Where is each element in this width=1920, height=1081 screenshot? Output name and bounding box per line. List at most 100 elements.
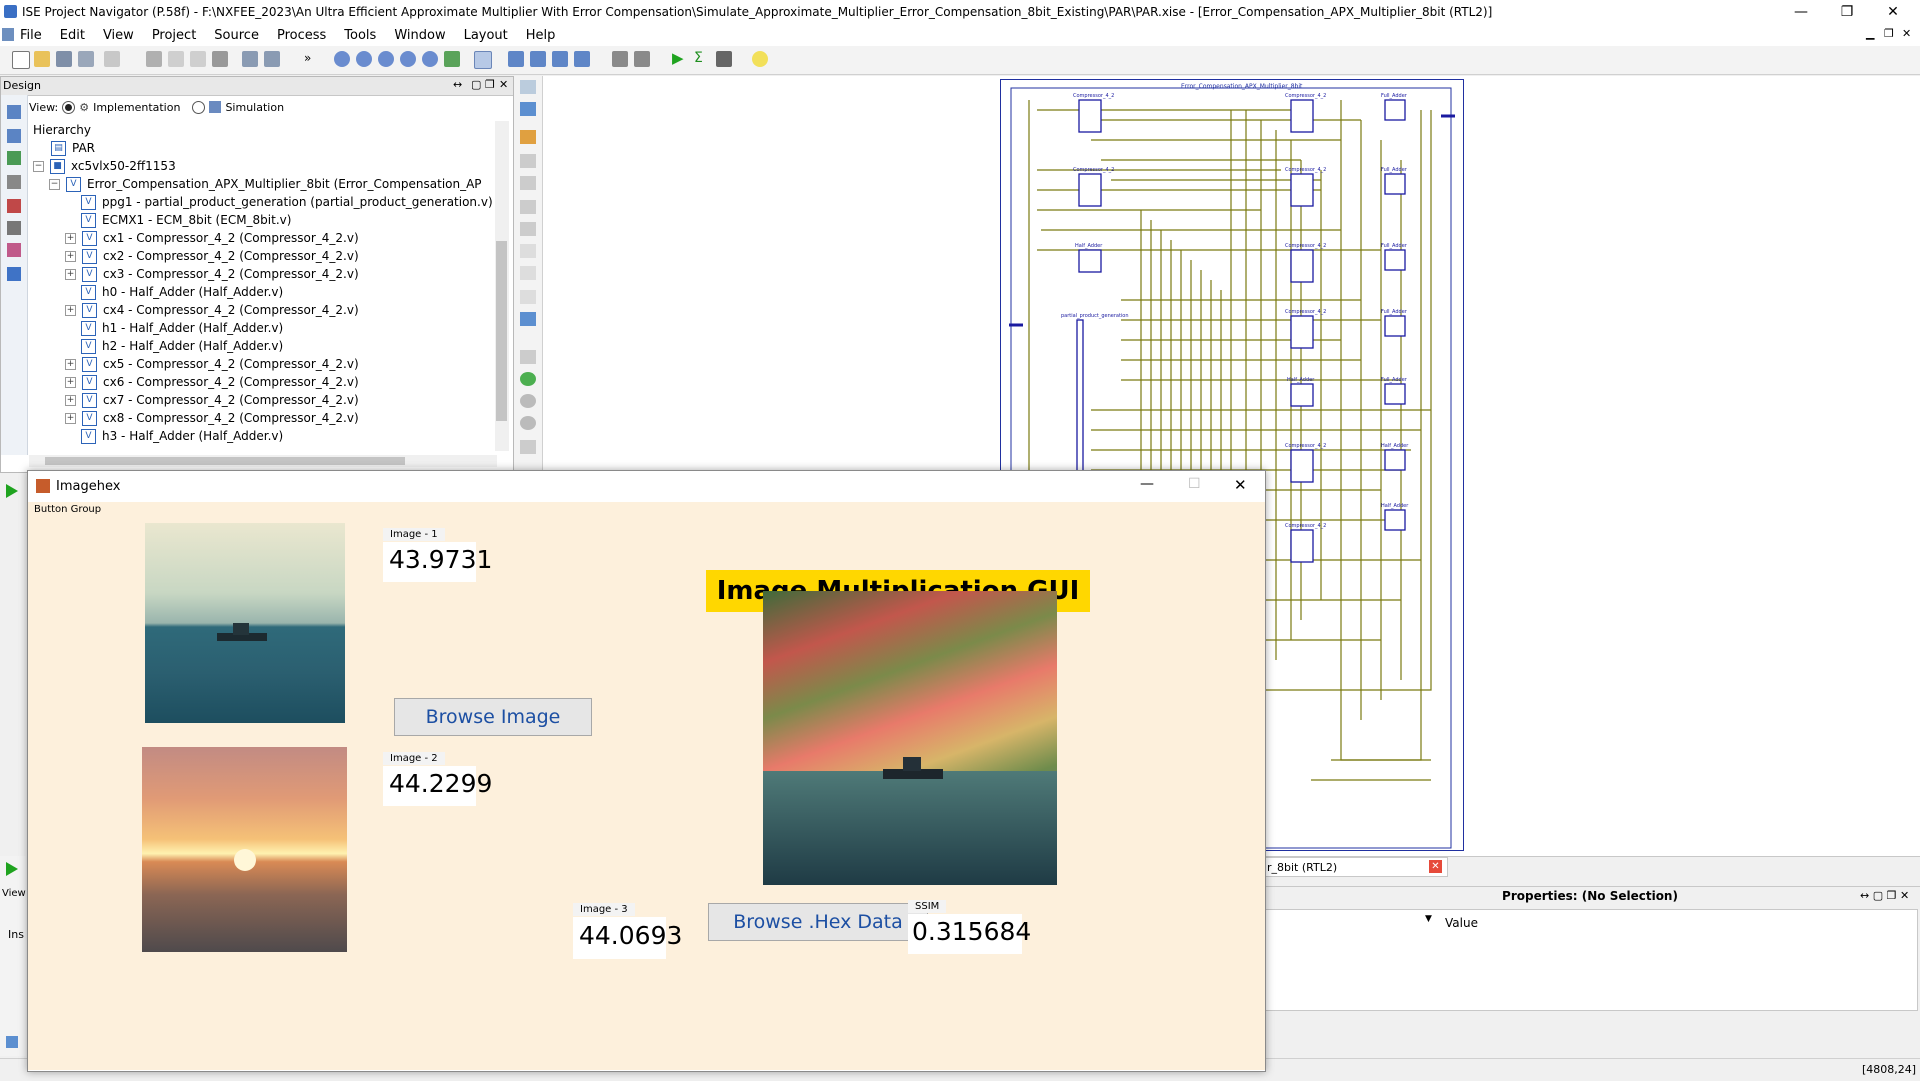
lightbulb-icon[interactable] (752, 51, 768, 67)
overflow-icon[interactable]: » (304, 51, 320, 67)
mdi-restore-button[interactable]: ❐ (1884, 27, 1894, 40)
expand-icon[interactable]: + (65, 376, 76, 388)
net-icon[interactable] (520, 222, 536, 236)
push-icon[interactable] (520, 154, 536, 168)
tree-item[interactable]: + Vcx4 - Compressor_4_2 (Compressor_4_2.v… (65, 301, 359, 319)
add-copy-icon[interactable] (7, 129, 21, 143)
pin-icon[interactable] (520, 130, 536, 144)
zoom-out-icon[interactable] (356, 51, 372, 67)
tree-item[interactable]: Vppg1 - partial_product_generation (part… (81, 193, 493, 211)
symbol-icon[interactable] (520, 244, 536, 258)
back-icon[interactable] (520, 372, 536, 386)
tree-item[interactable]: Vh2 - Half_Adder (Half_Adder.v) (81, 337, 283, 355)
zoom-select-icon[interactable] (422, 51, 438, 67)
browse-image-button[interactable]: Browse Image (394, 698, 592, 736)
menu-file[interactable]: File (20, 28, 42, 43)
tree-item[interactable]: + Vcx6 - Compressor_4_2 (Compressor_4_2.v… (65, 373, 359, 391)
imagehex-minimize-button[interactable]: — (1140, 476, 1154, 492)
hierarchy-icon[interactable] (7, 175, 21, 189)
tree-item[interactable]: + Vcx1 - Compressor_4_2 (Compressor_4_2.v… (65, 229, 359, 247)
tree-item[interactable]: Vh3 - Half_Adder (Half_Adder.v) (81, 427, 283, 445)
zoom-in-icon[interactable] (334, 51, 350, 67)
new-icon[interactable] (12, 51, 30, 69)
run-process-icon[interactable] (6, 484, 18, 498)
tile-h-icon[interactable] (530, 51, 546, 67)
view-simulation-radio[interactable] (192, 100, 206, 114)
panel-icon[interactable] (7, 267, 21, 281)
tree-item[interactable]: Vh0 - Half_Adder (Half_Adder.v) (81, 283, 283, 301)
expand-icon[interactable]: + (65, 358, 76, 370)
settings-icon[interactable] (612, 51, 628, 67)
menu-layout[interactable]: Layout (464, 28, 508, 43)
tree-item[interactable]: + Vcx5 - Compressor_4_2 (Compressor_4_2.v… (65, 355, 359, 373)
browse-hex-button[interactable]: Browse .Hex Data (708, 903, 928, 941)
expand-icon[interactable]: + (65, 304, 76, 316)
sigma-icon[interactable]: Σ (694, 51, 710, 67)
close-tab-icon[interactable]: ✕ (1429, 860, 1442, 873)
forward-icon[interactable] (520, 394, 536, 408)
menu-help[interactable]: Help (526, 28, 556, 43)
mdi-minimize-button[interactable]: ▁ (1866, 27, 1874, 40)
menu-tools[interactable]: Tools (344, 28, 376, 43)
expand-icon[interactable]: + (65, 250, 76, 262)
expand-icon[interactable]: + (65, 268, 76, 280)
float-icon[interactable] (574, 51, 590, 67)
run-icon[interactable]: ▶ (672, 51, 688, 67)
panel-restore-icon[interactable]: ▢ (471, 78, 481, 91)
view-simulation-label[interactable]: Simulation (225, 101, 284, 114)
tree-item-device[interactable]: − ■ xc5vlx50-2ff1153 (33, 157, 176, 175)
scroll-thumb[interactable] (45, 457, 405, 465)
route-icon[interactable] (520, 102, 536, 116)
tree-item[interactable]: V ECMX1 - ECM_8bit (ECM_8bit.v) (81, 211, 291, 229)
expand-icon[interactable]: + (65, 412, 76, 424)
minimize-button[interactable]: — (1778, 0, 1824, 24)
tree-item[interactable]: Vh1 - Half_Adder (Half_Adder.v) (81, 319, 283, 337)
zoom-fit-icon[interactable] (378, 51, 394, 67)
cut-icon[interactable] (146, 51, 162, 67)
expand-icon[interactable]: + (65, 394, 76, 406)
menu-edit[interactable]: Edit (60, 28, 85, 43)
panel-close-icon[interactable]: ✕ (499, 78, 508, 91)
delete-icon[interactable] (212, 51, 228, 67)
print-icon[interactable] (104, 51, 120, 67)
cascade-icon[interactable] (508, 51, 524, 67)
panel-max-icon[interactable]: ❐ (485, 78, 495, 91)
pointer-icon[interactable] (520, 80, 536, 94)
undo-icon[interactable] (242, 51, 258, 67)
tile-v-icon[interactable] (552, 51, 568, 67)
redo-icon[interactable] (264, 51, 280, 67)
pop-icon[interactable] (520, 176, 536, 190)
tree-item[interactable]: + Vcx8 - Compressor_4_2 (Compressor_4_2.v… (65, 409, 359, 427)
view-implementation-label[interactable]: Implementation (93, 101, 180, 114)
float-panel-icon[interactable]: ↔ (453, 78, 462, 91)
add-source-icon[interactable] (7, 105, 21, 119)
copy-icon[interactable] (168, 51, 184, 67)
tree-item-project[interactable]: ▤ PAR (51, 139, 95, 157)
properties-icon[interactable] (7, 221, 21, 235)
panel-icon[interactable] (6, 1036, 18, 1048)
tree-item-top-module[interactable]: − V Error_Compensation_APX_Multiplier_8bit… (49, 175, 482, 193)
text-icon[interactable] (520, 312, 536, 326)
zoom-area-icon[interactable] (400, 51, 416, 67)
select-mode-icon[interactable] (474, 51, 492, 69)
menu-source[interactable]: Source (214, 28, 259, 43)
tree-horizontal-scrollbar[interactable] (29, 455, 497, 467)
view-implementation-radio[interactable] (62, 100, 76, 114)
telescope-icon[interactable] (716, 51, 732, 67)
tree-vertical-scrollbar[interactable] (495, 121, 509, 451)
maximize-button[interactable]: ❐ (1824, 0, 1870, 24)
menu-process[interactable]: Process (277, 28, 326, 43)
save-all-icon[interactable] (78, 51, 94, 67)
tree-item[interactable]: + Vcx2 - Compressor_4_2 (Compressor_4_2.v… (65, 247, 359, 265)
scroll-thumb[interactable] (496, 241, 507, 421)
collapse-icon[interactable]: − (49, 178, 60, 190)
rotate-icon[interactable] (520, 416, 536, 430)
menu-view[interactable]: View (103, 28, 134, 43)
tab-rtl2[interactable]: r_8bit (RTL2) ✕ (1260, 857, 1448, 877)
properties-table[interactable]: ▼ Value (1264, 909, 1918, 1011)
new-source-icon[interactable] (7, 151, 21, 165)
copy-sym-icon[interactable] (520, 266, 536, 280)
save-icon[interactable] (56, 51, 72, 67)
menu-window[interactable]: Window (394, 28, 445, 43)
refresh-icon[interactable] (444, 51, 460, 67)
